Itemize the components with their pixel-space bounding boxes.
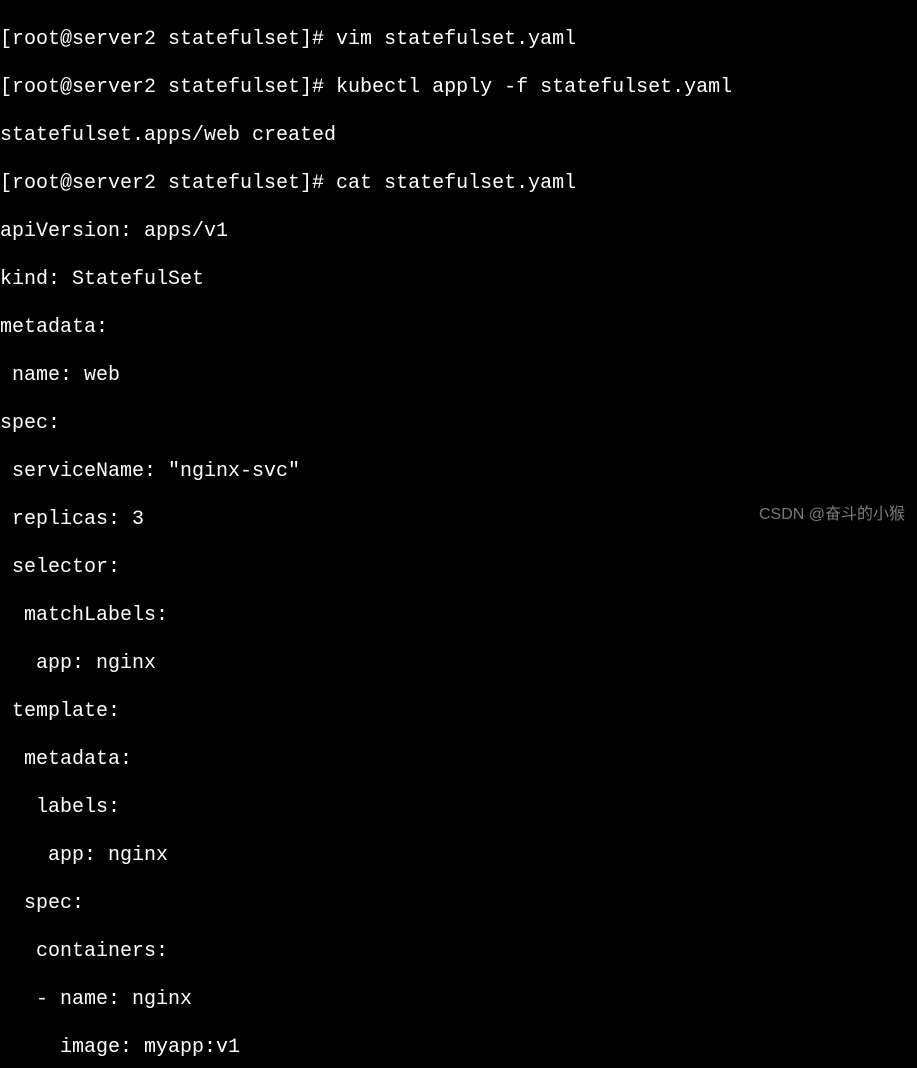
terminal-line: spec: [0, 892, 917, 916]
terminal-line: app: nginx [0, 844, 917, 868]
terminal-line: image: myapp:v1 [0, 1036, 917, 1060]
terminal-line: name: web [0, 364, 917, 388]
terminal-line: template: [0, 700, 917, 724]
terminal-line: serviceName: "nginx-svc" [0, 460, 917, 484]
terminal-line: matchLabels: [0, 604, 917, 628]
terminal-line: statefulset.apps/web created [0, 124, 917, 148]
terminal-line: labels: [0, 796, 917, 820]
terminal-line: [root@server2 statefulset]# kubectl appl… [0, 76, 917, 100]
terminal-line: apiVersion: apps/v1 [0, 220, 917, 244]
terminal-line: app: nginx [0, 652, 917, 676]
terminal-line: [root@server2 statefulset]# cat stateful… [0, 172, 917, 196]
terminal-line: metadata: [0, 316, 917, 340]
watermark-text: CSDN @奋斗的小猴 [759, 505, 905, 524]
terminal-line: kind: StatefulSet [0, 268, 917, 292]
terminal-line: [root@server2 statefulset]# vim stateful… [0, 28, 917, 52]
terminal-output[interactable]: [root@server2 statefulset]# vim stateful… [0, 0, 917, 1068]
terminal-line: - name: nginx [0, 988, 917, 1012]
terminal-line: containers: [0, 940, 917, 964]
terminal-line: selector: [0, 556, 917, 580]
terminal-line: metadata: [0, 748, 917, 772]
terminal-line: spec: [0, 412, 917, 436]
